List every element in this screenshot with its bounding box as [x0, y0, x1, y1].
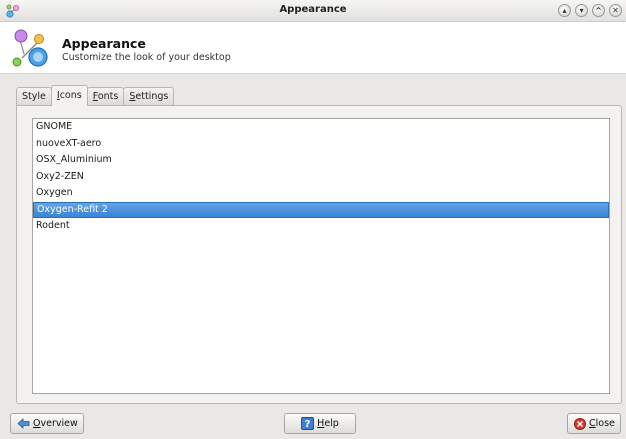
help-label: elp — [324, 418, 339, 429]
icons-tab-panel: GNOME nuoveXT-aero OSX_Aluminium Oxy2-ZE… — [16, 105, 622, 404]
list-item[interactable]: Oxy2-ZEN — [33, 169, 609, 186]
help-button[interactable]: ? Help — [284, 413, 356, 434]
list-item[interactable]: Rodent — [33, 218, 609, 235]
close-icon — [574, 417, 586, 430]
tab-icons[interactable]: Icons — [50, 85, 88, 106]
appearance-icon — [12, 29, 48, 67]
tab-settings[interactable]: Settings — [123, 87, 175, 106]
tab-fonts[interactable]: Fonts — [86, 87, 125, 106]
module-title: Appearance — [62, 36, 146, 51]
tab-bar: Style Icons Fonts Settings — [16, 85, 175, 106]
overview-label: verview — [40, 418, 78, 429]
module-subtitle: Customize the look of your desktop — [62, 52, 231, 63]
minimize-button[interactable]: ▾ — [575, 4, 588, 17]
help-icon: ? — [301, 417, 315, 430]
list-item[interactable]: OSX_Aluminium — [33, 152, 609, 169]
back-arrow-icon — [17, 417, 30, 430]
tab-style-label: Style — [22, 91, 46, 102]
tab-settings-label: ettings — [135, 91, 169, 102]
title-bar[interactable]: Appearance ▴ ▾ ^ ✕ — [0, 0, 626, 22]
list-item[interactable]: GNOME — [33, 119, 609, 136]
list-item[interactable]: nuoveXT-aero — [33, 136, 609, 153]
close-button[interactable]: Close — [567, 413, 621, 434]
overview-button[interactable]: Overview — [10, 413, 84, 434]
svg-text:?: ? — [305, 419, 311, 430]
window-title: Appearance — [279, 4, 347, 15]
list-item-selected[interactable]: Oxygen-Refit 2 — [33, 201, 609, 218]
help-mnemonic: H — [317, 418, 325, 429]
close-label: lose — [595, 418, 615, 429]
overview-mnemonic: O — [33, 418, 41, 429]
maximize-button[interactable]: ^ — [592, 4, 605, 17]
close-mnemonic: C — [589, 418, 596, 429]
module-header: Appearance Customize the look of your de… — [0, 22, 626, 74]
icon-theme-list[interactable]: GNOME nuoveXT-aero OSX_Aluminium Oxy2-ZE… — [32, 118, 610, 394]
tab-fonts-label: onts — [97, 91, 119, 102]
tab-style[interactable]: Style — [16, 87, 52, 106]
tab-icons-label: cons — [59, 90, 82, 101]
list-item[interactable]: Oxygen — [33, 185, 609, 202]
keep-above-button[interactable]: ▴ — [558, 4, 571, 17]
close-window-button[interactable]: ✕ — [609, 4, 622, 17]
